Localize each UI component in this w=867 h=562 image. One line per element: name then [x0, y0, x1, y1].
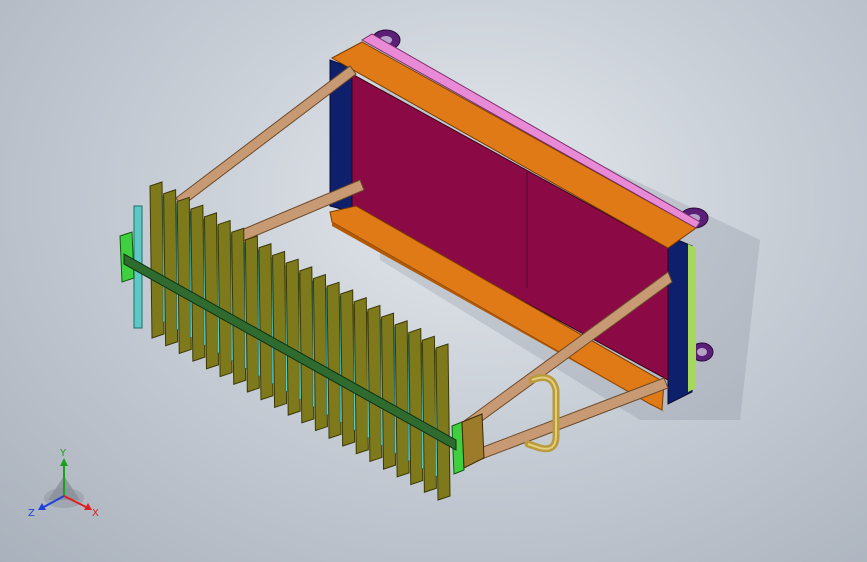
graphics-viewport[interactable]: Y X Z: [0, 0, 867, 562]
right-end-plate[interactable]: [461, 413, 485, 469]
comb-tooth[interactable]: [285, 258, 301, 416]
comb-tooth[interactable]: [163, 189, 179, 347]
y-axis-label: Y: [59, 448, 67, 459]
comb-tooth[interactable]: [244, 235, 260, 393]
comb-tooth[interactable]: [203, 212, 219, 370]
comb-tooth[interactable]: [149, 181, 165, 339]
comb-tooth[interactable]: [231, 227, 247, 385]
comb-tooth[interactable]: [421, 335, 437, 493]
comb-tooth[interactable]: [272, 250, 288, 409]
z-axis-label: Z: [28, 508, 35, 519]
y-axis-arrow: [60, 458, 68, 466]
comb-tooth[interactable]: [176, 196, 192, 355]
right-side-strip: [688, 244, 696, 392]
comb-tooth[interactable]: [381, 312, 397, 470]
comb-tooth[interactable]: [217, 219, 233, 378]
cad-model[interactable]: [0, 0, 867, 562]
comb-tooth[interactable]: [394, 320, 410, 478]
comb-tooth[interactable]: [435, 343, 451, 501]
comb-tooth[interactable]: [312, 273, 328, 432]
comb-tooth[interactable]: [299, 266, 315, 424]
comb-tooth[interactable]: [326, 281, 342, 439]
comb-tooth[interactable]: [353, 297, 369, 455]
comb-tooth[interactable]: [340, 289, 356, 447]
comb-tooth[interactable]: [367, 304, 383, 463]
strut-lower-right[interactable]: [469, 377, 669, 463]
x-axis-label: X: [92, 508, 99, 519]
comb-tooth[interactable]: [190, 204, 206, 362]
comb-tooth[interactable]: [408, 327, 424, 486]
comb-tooth[interactable]: [258, 243, 274, 401]
strut-upper-left[interactable]: [175, 65, 357, 207]
orientation-triad[interactable]: Y X Z: [26, 446, 104, 522]
